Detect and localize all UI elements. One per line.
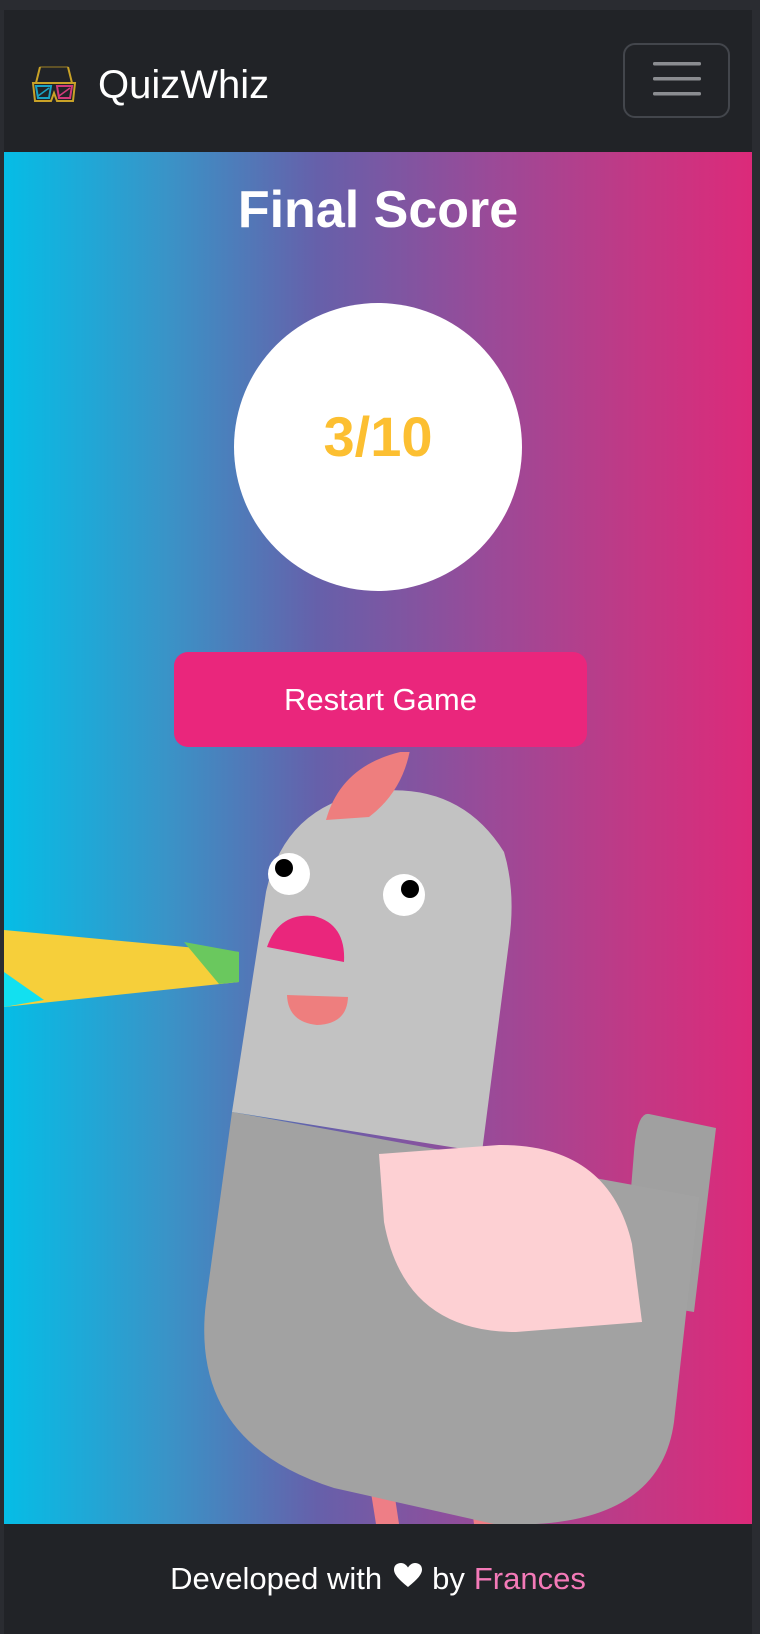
heart-icon bbox=[394, 1561, 423, 1597]
menu-toggle-button[interactable] bbox=[623, 43, 730, 118]
brand-link[interactable]: QuizWhiz bbox=[30, 60, 269, 110]
brand-name: QuizWhiz bbox=[98, 62, 270, 107]
party-horn-icon bbox=[4, 930, 239, 1007]
pigeon-illustration bbox=[4, 752, 716, 1524]
page-title: Final Score bbox=[237, 181, 519, 239]
score-circle: 3/10 bbox=[234, 303, 522, 591]
app-frame: QuizWhiz Final Score 3/10 Restart Game D… bbox=[4, 10, 752, 1634]
navbar: QuizWhiz bbox=[4, 10, 752, 152]
results-panel: Final Score 3/10 Restart Game bbox=[4, 152, 752, 1524]
3d-glasses-icon bbox=[30, 63, 78, 107]
hamburger-menu-icon bbox=[652, 60, 701, 101]
footer-by: by bbox=[432, 1561, 465, 1596]
author-link[interactable]: Frances bbox=[474, 1561, 586, 1597]
restart-game-button[interactable]: Restart Game bbox=[174, 652, 587, 747]
footer: Developed with by Frances bbox=[4, 1524, 752, 1634]
final-score: 3/10 bbox=[323, 404, 433, 468]
footer-prefix: Developed with bbox=[170, 1561, 383, 1596]
